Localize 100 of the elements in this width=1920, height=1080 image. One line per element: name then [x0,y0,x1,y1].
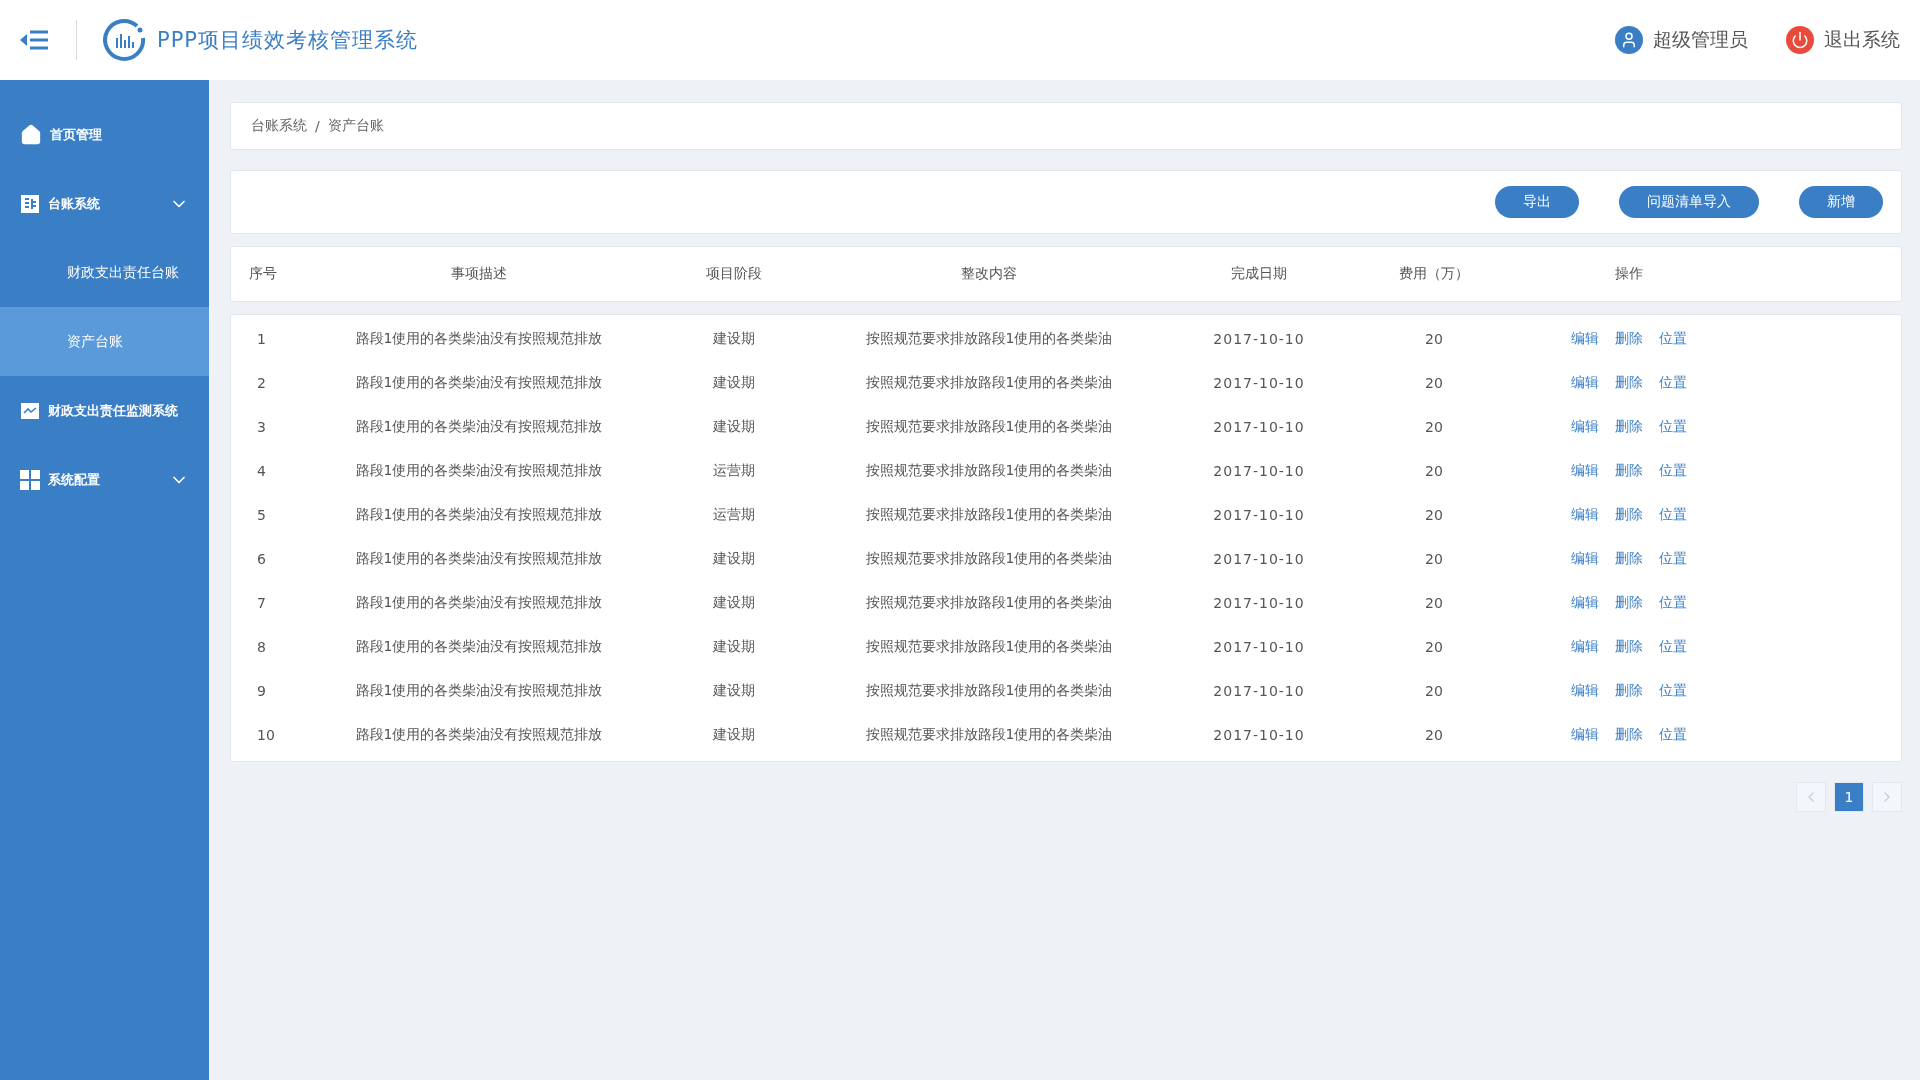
toolbar-button[interactable]: 导出 [1495,186,1579,218]
table-cell-text: 按照规范要求排放路段1使用的各类柴油 [864,594,1114,612]
row-action-link[interactable]: 位置 [1659,638,1687,656]
table-cell-text: 2 [256,375,267,391]
column-header: 序号 [249,265,278,283]
user-icon [1615,26,1643,54]
row-action-link[interactable]: 编辑 [1571,682,1599,700]
row-action-link[interactable]: 位置 [1659,682,1687,700]
table-cell-text: 建设期 [712,550,756,568]
column-header: 费用（万） [1398,265,1470,283]
table-cell-text: 路段1使用的各类柴油没有按照规范排放 [354,506,604,524]
menu-collapse-icon[interactable] [20,29,50,51]
table-cell-text: 20 [1424,551,1444,567]
user-link[interactable]: 超级管理员 [1615,26,1748,54]
logo-icon [103,18,147,62]
row-action-link[interactable]: 删除 [1615,550,1643,568]
table-cell-text: 2017-10-10 [1212,375,1306,391]
row-action-link[interactable]: 编辑 [1571,462,1599,480]
row-action-link[interactable]: 编辑 [1571,506,1599,524]
page-button[interactable]: 1 [1834,782,1864,812]
logout-link[interactable]: 退出系统 [1786,26,1900,54]
table-cell-text: 按照规范要求排放路段1使用的各类柴油 [864,330,1114,348]
row-action-link[interactable]: 删除 [1615,594,1643,612]
sidebar-item[interactable]: 财政支出责任监测系统 [0,376,209,445]
row-action-link[interactable]: 位置 [1659,462,1687,480]
column-header: 操作 [1614,265,1644,283]
column-header: 完成日期 [1230,265,1288,283]
column-header: 项目阶段 [705,265,763,283]
table-cell-text: 20 [1424,727,1444,743]
table-cell-text: 8 [256,639,267,655]
column-header: 整改内容 [960,265,1018,283]
row-action-link[interactable]: 位置 [1659,594,1687,612]
row-action-link[interactable]: 删除 [1615,726,1643,744]
table-cell-text: 2017-10-10 [1212,551,1306,567]
row-action-link[interactable]: 位置 [1659,330,1687,348]
table-cell-text: 按照规范要求排放路段1使用的各类柴油 [864,682,1114,700]
toolbar-button[interactable]: 新增 [1799,186,1883,218]
grid-icon [20,469,40,490]
table-cell-text: 按照规范要求排放路段1使用的各类柴油 [864,726,1114,744]
table-cell-text: 路段1使用的各类柴油没有按照规范排放 [354,330,604,348]
toolbar-button[interactable]: 问题清单导入 [1619,186,1759,218]
table-cell-text: 20 [1424,639,1444,655]
sidebar-subitem[interactable]: 财政支出责任台账 [0,238,209,307]
sidebar-item[interactable]: 系统配置 [0,445,209,514]
sidebar-subitem[interactable]: 资产台账 [0,307,209,376]
table-cell-text: 运营期 [712,506,756,524]
row-action-link[interactable]: 位置 [1659,506,1687,524]
row-action-link[interactable]: 位置 [1659,374,1687,392]
table-cell-text: 2017-10-10 [1212,683,1306,699]
table-cell-text: 按照规范要求排放路段1使用的各类柴油 [864,638,1114,656]
row-action-link[interactable]: 删除 [1615,506,1643,524]
row-action-link[interactable]: 编辑 [1571,726,1599,744]
row-action-link[interactable]: 位置 [1659,550,1687,568]
row-action-link[interactable]: 编辑 [1571,594,1599,612]
table-cell-text: 10 [256,727,276,743]
row-action-link[interactable]: 编辑 [1571,330,1599,348]
table-cell-text: 路段1使用的各类柴油没有按照规范排放 [354,462,604,480]
power-icon [1786,26,1814,54]
row-action-link[interactable]: 删除 [1615,374,1643,392]
row-action-link[interactable]: 位置 [1659,726,1687,744]
app-title: PPP项目绩效考核管理系统 [157,27,418,54]
row-action-link[interactable]: 删除 [1615,682,1643,700]
table-cell-text: 建设期 [712,638,756,656]
row-action-link[interactable]: 编辑 [1571,418,1599,436]
table-cell-text: 按照规范要求排放路段1使用的各类柴油 [864,462,1114,480]
column-header: 事项描述 [450,265,508,283]
table-cell-text: 建设期 [712,726,756,744]
sidebar-item[interactable]: 台账系统 [0,169,209,238]
table-cell-text: 2017-10-10 [1212,727,1306,743]
row-action-link[interactable]: 删除 [1615,330,1643,348]
table-cell-text: 3 [256,419,267,435]
table-cell-text: 按照规范要求排放路段1使用的各类柴油 [864,418,1114,436]
row-action-link[interactable]: 删除 [1615,462,1643,480]
table-cell-text: 9 [256,683,267,699]
next-page-button[interactable] [1872,782,1902,812]
sidebar-item[interactable]: 首页管理 [0,100,209,169]
table-cell-text: 20 [1424,331,1444,347]
table-cell-text: 1 [256,331,267,347]
table-cell-text: 建设期 [712,374,756,392]
table-cell-text: 20 [1424,507,1444,523]
row-action-link[interactable]: 编辑 [1571,374,1599,392]
table-cell-text: 20 [1424,683,1444,699]
table-cell-text: 2017-10-10 [1212,507,1306,523]
breadcrumb-item[interactable]: 台账系统 [251,117,307,135]
row-action-link[interactable]: 删除 [1615,418,1643,436]
table-cell-text: 路段1使用的各类柴油没有按照规范排放 [354,550,604,568]
table-cell-text: 路段1使用的各类柴油没有按照规范排放 [354,418,604,436]
table-cell-text: 4 [256,463,267,479]
table-cell-text: 按照规范要求排放路段1使用的各类柴油 [864,550,1114,568]
table-cell-text: 2017-10-10 [1212,639,1306,655]
row-action-link[interactable]: 编辑 [1571,550,1599,568]
row-action-link[interactable]: 位置 [1659,418,1687,436]
table-cell-text: 路段1使用的各类柴油没有按照规范排放 [354,374,604,392]
row-action-link[interactable]: 删除 [1615,638,1643,656]
breadcrumb-item: 资产台账 [327,117,384,135]
row-action-link[interactable]: 编辑 [1571,638,1599,656]
table-cell-text: 20 [1424,595,1444,611]
previous-page-button[interactable] [1796,782,1826,812]
breadcrumb-separator: / [315,118,320,134]
table-cell-text: 路段1使用的各类柴油没有按照规范排放 [354,594,604,612]
